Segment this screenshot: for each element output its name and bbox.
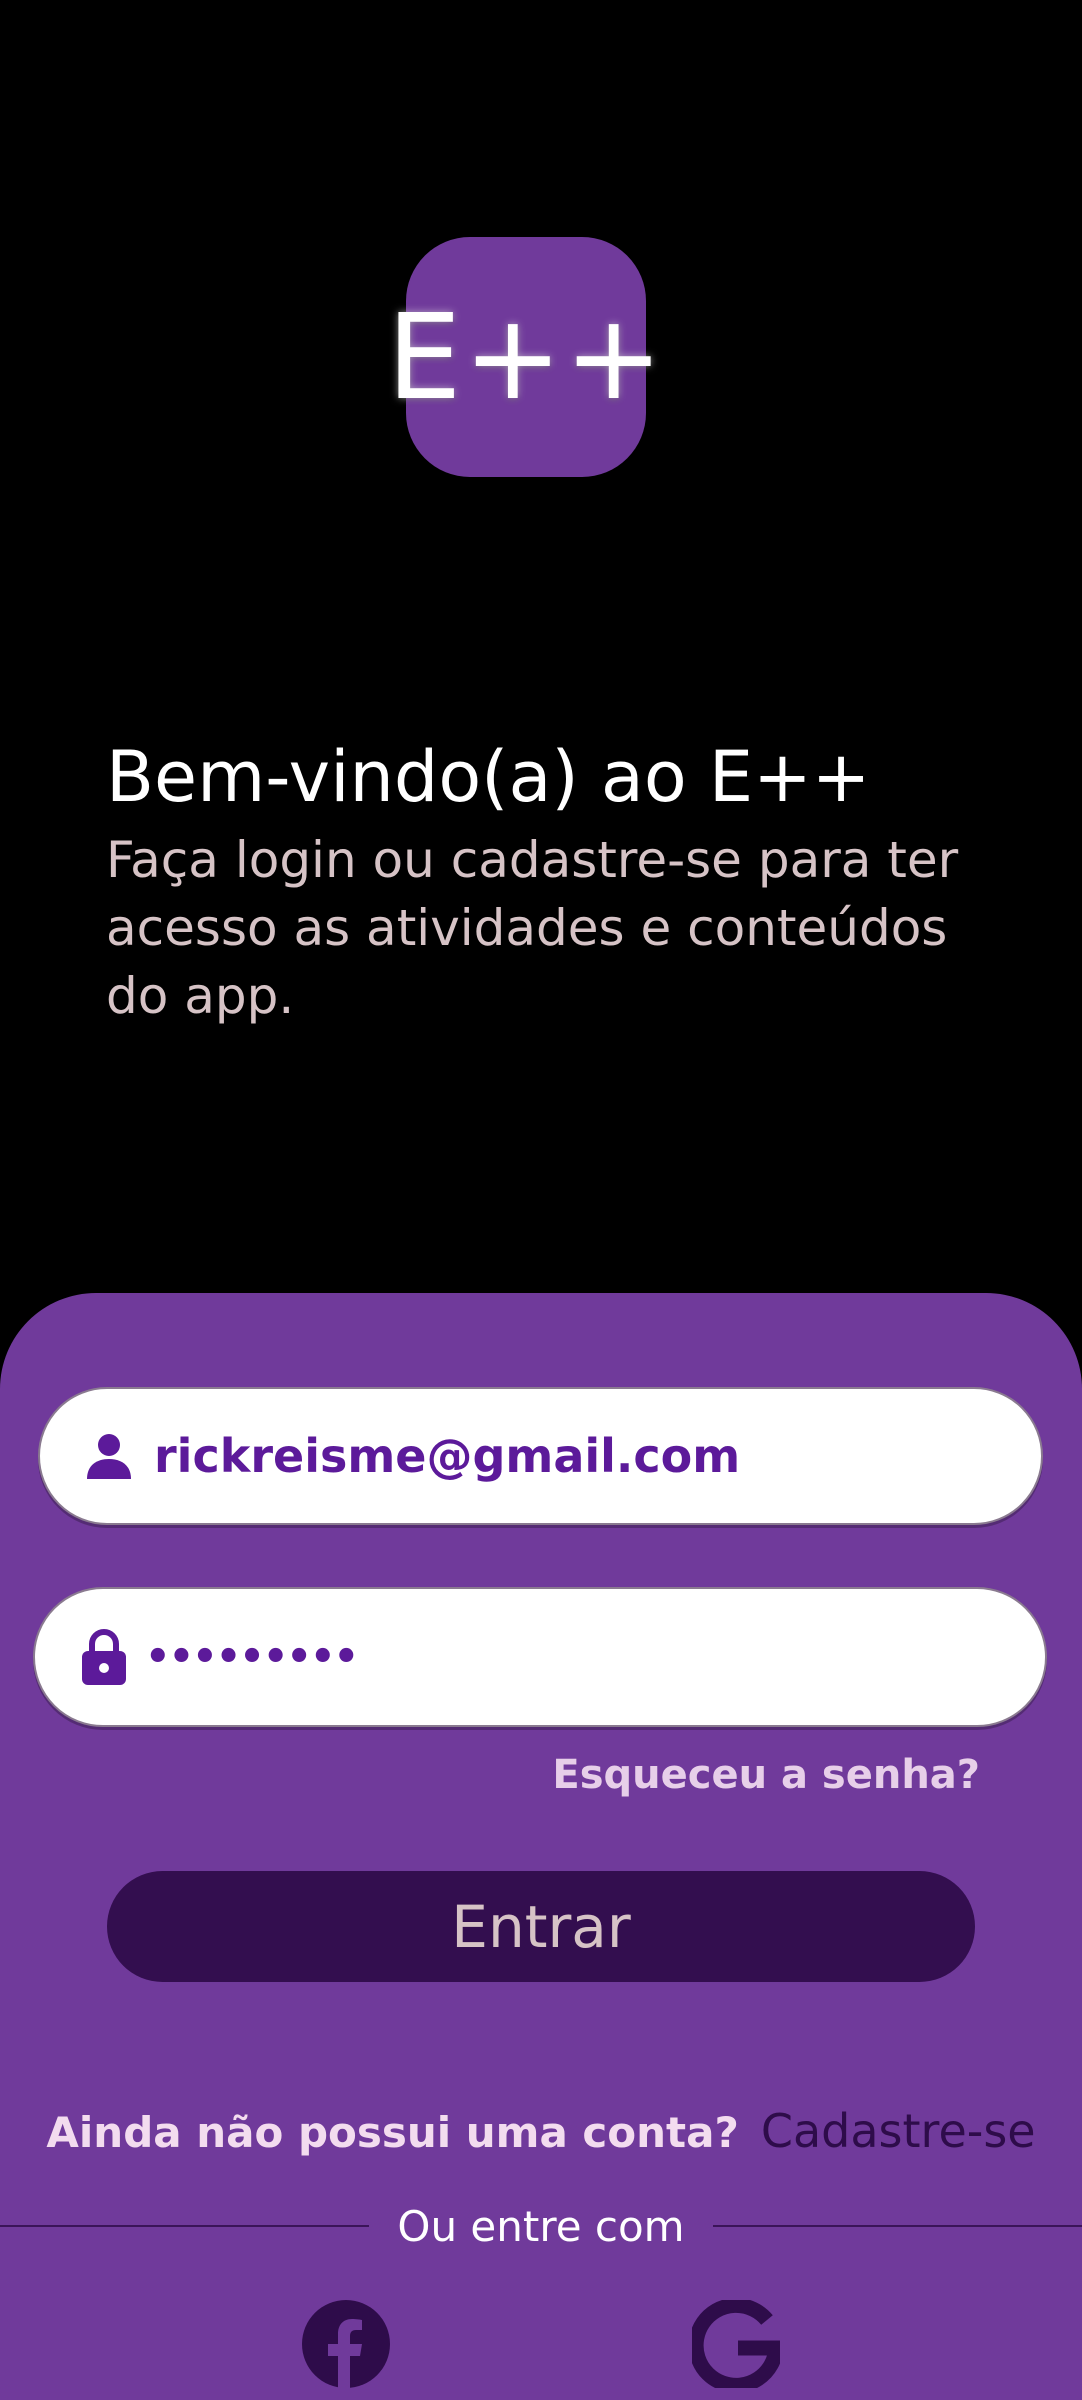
google-icon[interactable] bbox=[688, 2297, 785, 2393]
password-value[interactable]: ••••••••• bbox=[145, 1634, 359, 1680]
password-field[interactable]: ••••••••• bbox=[33, 1587, 1047, 1727]
social-divider: Ou entre com bbox=[0, 2196, 1082, 2256]
divider-line-right bbox=[712, 2225, 1082, 2227]
facebook-icon[interactable] bbox=[302, 2300, 390, 2388]
divider-text: Ou entre com bbox=[397, 2201, 685, 2251]
signup-prompt: Ainda não possui uma conta? bbox=[46, 2108, 739, 2157]
app-logo: E++ bbox=[387, 237, 663, 477]
lock-icon bbox=[79, 1629, 129, 1685]
signup-row: Ainda não possui uma conta? Cadastre-se bbox=[0, 2104, 1082, 2158]
signup-link[interactable]: Cadastre-se bbox=[761, 2104, 1036, 2158]
welcome-subtitle: Faça login ou cadastre-se para ter acess… bbox=[106, 831, 959, 1025]
divider-line-left bbox=[0, 2225, 370, 2227]
logo-text: E++ bbox=[386, 288, 666, 426]
forgot-password-link[interactable]: Esqueceu a senha? bbox=[552, 1752, 980, 1798]
email-field[interactable]: rickreisme@gmail.com bbox=[38, 1387, 1043, 1525]
email-value[interactable]: rickreisme@gmail.com bbox=[154, 1429, 740, 1483]
person-icon bbox=[84, 1431, 134, 1481]
welcome-title: Bem-vindo(a) ao E++ bbox=[106, 736, 871, 818]
login-button[interactable]: Entrar bbox=[107, 1871, 975, 1982]
